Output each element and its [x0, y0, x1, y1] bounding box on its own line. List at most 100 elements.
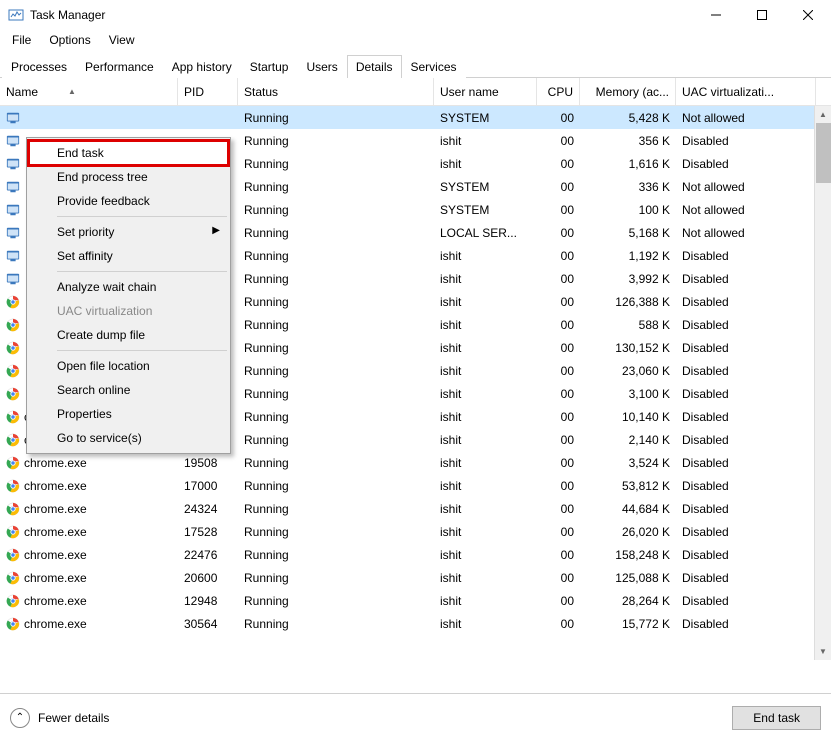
scroll-up-icon[interactable]: ▲	[815, 106, 831, 123]
cell-uac: Disabled	[676, 129, 816, 152]
cell-user: ishit	[434, 543, 537, 566]
cell-uac: Disabled	[676, 313, 816, 336]
cell-mem: 100 K	[580, 198, 676, 221]
cell-status: Running	[238, 405, 434, 428]
col-cpu[interactable]: CPU	[537, 78, 580, 105]
menu-item-end-process-tree[interactable]: End process tree	[29, 165, 228, 189]
menu-item-properties[interactable]: Properties	[29, 402, 228, 426]
cell-mem: 3,524 K	[580, 451, 676, 474]
menu-item-end-task[interactable]: End task	[29, 141, 228, 165]
cell-user: ishit	[434, 290, 537, 313]
cell-cpu: 00	[537, 405, 580, 428]
table-row[interactable]: chrome.exe22476Runningishit00158,248 KDi…	[0, 543, 831, 566]
cell-uac: Not allowed	[676, 198, 816, 221]
scroll-down-icon[interactable]: ▼	[815, 643, 831, 660]
titlebar: Task Manager	[0, 0, 831, 30]
cell-cpu: 00	[537, 589, 580, 612]
cell-cpu: 00	[537, 359, 580, 382]
cell-cpu: 00	[537, 106, 580, 129]
cell-status: Running	[238, 106, 434, 129]
menu-item-go-to-service-s-[interactable]: Go to service(s)	[29, 426, 228, 450]
cell-cpu: 00	[537, 198, 580, 221]
tab-services[interactable]: Services	[402, 55, 466, 78]
cell-uac: Disabled	[676, 612, 816, 635]
table-row[interactable]: RunningSYSTEM005,428 KNot allowed	[0, 106, 831, 129]
menu-item-open-file-location[interactable]: Open file location	[29, 354, 228, 378]
cell-pid: 30564	[178, 612, 238, 635]
cell-mem: 28,264 K	[580, 589, 676, 612]
cell-cpu: 00	[537, 129, 580, 152]
table-row[interactable]: chrome.exe12948Runningishit0028,264 KDis…	[0, 589, 831, 612]
cell-status: Running	[238, 221, 434, 244]
table-row[interactable]: chrome.exe20600Runningishit00125,088 KDi…	[0, 566, 831, 589]
tab-users[interactable]: Users	[297, 55, 346, 78]
cell-uac: Disabled	[676, 474, 816, 497]
cell-status: Running	[238, 290, 434, 313]
tab-details[interactable]: Details	[347, 55, 402, 78]
cell-status: Running	[238, 267, 434, 290]
menu-item-uac-virtualization: UAC virtualization	[29, 299, 228, 323]
col-uac[interactable]: UAC virtualizati...	[676, 78, 816, 105]
tab-processes[interactable]: Processes	[2, 55, 76, 78]
tab-app-history[interactable]: App history	[163, 55, 241, 78]
cell-pid: 20600	[178, 566, 238, 589]
col-name[interactable]: Name▲	[0, 78, 178, 105]
cell-uac: Disabled	[676, 520, 816, 543]
table-row[interactable]: chrome.exe19508Runningishit003,524 KDisa…	[0, 451, 831, 474]
cell-mem: 356 K	[580, 129, 676, 152]
menu-item-search-online[interactable]: Search online	[29, 378, 228, 402]
cell-cpu: 00	[537, 474, 580, 497]
fewer-details-button[interactable]: ⌃ Fewer details	[10, 708, 732, 728]
minimize-button[interactable]	[693, 0, 739, 30]
scroll-thumb[interactable]	[816, 123, 831, 183]
tab-performance[interactable]: Performance	[76, 55, 163, 78]
menu-item-set-affinity[interactable]: Set affinity	[29, 244, 228, 268]
end-task-button[interactable]: End task	[732, 706, 821, 730]
process-name: chrome.exe	[24, 548, 87, 562]
menu-file[interactable]: File	[4, 31, 39, 49]
cell-mem: 44,684 K	[580, 497, 676, 520]
cell-mem: 1,616 K	[580, 152, 676, 175]
cell-status: Running	[238, 612, 434, 635]
cell-user: ishit	[434, 244, 537, 267]
cell-cpu: 00	[537, 497, 580, 520]
cell-status: Running	[238, 198, 434, 221]
col-pid[interactable]: PID	[178, 78, 238, 105]
close-button[interactable]	[785, 0, 831, 30]
scrollbar[interactable]: ▲ ▼	[814, 106, 831, 660]
grid-header: Name▲ PID Status User name CPU Memory (a…	[0, 78, 831, 106]
cell-pid: 17000	[178, 474, 238, 497]
tab-startup[interactable]: Startup	[241, 55, 298, 78]
maximize-button[interactable]	[739, 0, 785, 30]
table-row[interactable]: chrome.exe17000Runningishit0053,812 KDis…	[0, 474, 831, 497]
cell-status: Running	[238, 175, 434, 198]
menu-item-provide-feedback[interactable]: Provide feedback	[29, 189, 228, 213]
menu-options[interactable]: Options	[41, 31, 98, 49]
cell-status: Running	[238, 451, 434, 474]
window-title: Task Manager	[30, 8, 693, 22]
cell-status: Running	[238, 336, 434, 359]
col-user[interactable]: User name	[434, 78, 537, 105]
menu-view[interactable]: View	[101, 31, 143, 49]
cell-uac: Not allowed	[676, 221, 816, 244]
table-row[interactable]: chrome.exe17528Runningishit0026,020 KDis…	[0, 520, 831, 543]
cell-uac: Disabled	[676, 382, 816, 405]
cell-status: Running	[238, 474, 434, 497]
cell-user: LOCAL SER...	[434, 221, 537, 244]
table-row[interactable]: chrome.exe30564Runningishit0015,772 KDis…	[0, 612, 831, 635]
cell-user: ishit	[434, 129, 537, 152]
cell-cpu: 00	[537, 543, 580, 566]
process-name: chrome.exe	[24, 594, 87, 608]
cell-mem: 2,140 K	[580, 428, 676, 451]
menubar: File Options View	[0, 30, 831, 50]
table-row[interactable]: chrome.exe24324Runningishit0044,684 KDis…	[0, 497, 831, 520]
cell-cpu: 00	[537, 221, 580, 244]
process-name: chrome.exe	[24, 525, 87, 539]
menu-item-create-dump-file[interactable]: Create dump file	[29, 323, 228, 347]
cell-cpu: 00	[537, 428, 580, 451]
col-status[interactable]: Status	[238, 78, 434, 105]
menu-item-set-priority[interactable]: Set priority▶	[29, 220, 228, 244]
cell-mem: 130,152 K	[580, 336, 676, 359]
col-mem[interactable]: Memory (ac...	[580, 78, 676, 105]
menu-item-analyze-wait-chain[interactable]: Analyze wait chain	[29, 275, 228, 299]
